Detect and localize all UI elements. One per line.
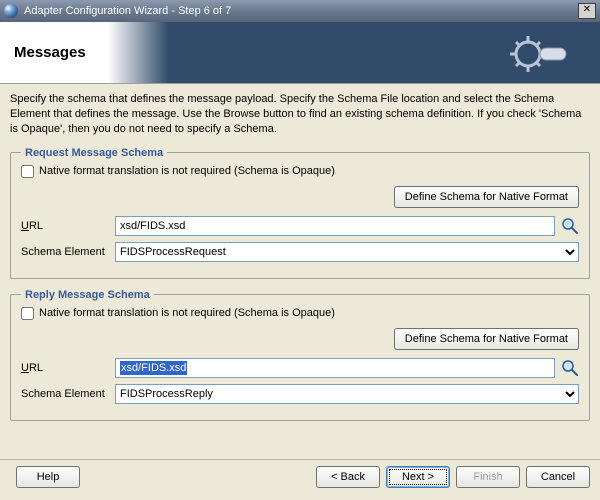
cancel-button[interactable]: Cancel (526, 466, 590, 488)
request-schema-element-label: Schema Element (21, 246, 109, 258)
gear-icon (510, 34, 570, 74)
reply-schema-group: Reply Message Schema Native format trans… (10, 289, 590, 421)
reply-url-input[interactable] (115, 358, 555, 378)
request-schema-element-select[interactable]: FIDSProcessRequest (115, 242, 579, 262)
reply-define-schema-button[interactable]: Define Schema for Native Format (394, 328, 579, 350)
close-icon[interactable]: ✕ (578, 3, 596, 19)
reply-url-label: URL (21, 362, 109, 374)
request-url-input[interactable] (115, 216, 555, 236)
request-opaque-label: Native format translation is not require… (39, 165, 335, 177)
reply-schema-element-select[interactable]: FIDSProcessReply (115, 384, 579, 404)
page-description: Specify the schema that defines the mess… (10, 92, 590, 137)
request-url-label: URL (21, 220, 109, 232)
footer: Help < Back Next > Finish Cancel (0, 459, 600, 494)
help-button[interactable]: Help (16, 466, 80, 488)
content-area: Specify the schema that defines the mess… (0, 84, 600, 435)
next-button[interactable]: Next > (386, 466, 450, 488)
reply-opaque-checkbox[interactable] (21, 307, 34, 320)
request-schema-group: Request Message Schema Native format tra… (10, 147, 590, 279)
app-icon (4, 4, 18, 18)
back-button[interactable]: < Back (316, 466, 380, 488)
banner: Messages (0, 22, 600, 84)
request-opaque-checkbox[interactable] (21, 165, 34, 178)
finish-button: Finish (456, 466, 520, 488)
titlebar: Adapter Configuration Wizard - Step 6 of… (0, 0, 600, 22)
request-legend: Request Message Schema (21, 147, 167, 159)
reply-browse-icon[interactable] (561, 359, 579, 377)
window-title: Adapter Configuration Wizard - Step 6 of… (24, 5, 578, 17)
reply-opaque-label: Native format translation is not require… (39, 307, 335, 319)
reply-legend: Reply Message Schema (21, 289, 154, 301)
reply-schema-element-label: Schema Element (21, 388, 109, 400)
request-define-schema-button[interactable]: Define Schema for Native Format (394, 186, 579, 208)
request-browse-icon[interactable] (561, 217, 579, 235)
page-title: Messages (14, 44, 86, 61)
